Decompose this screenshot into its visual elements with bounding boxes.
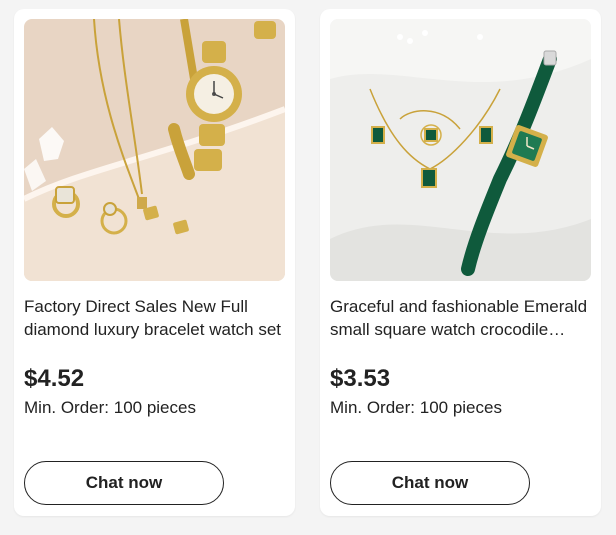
- product-card[interactable]: Factory Direct Sales New Full diamond lu…: [14, 9, 295, 516]
- product-image-gold-watch-set[interactable]: [24, 19, 285, 281]
- min-order: Min. Order: 100 pieces: [330, 398, 502, 417]
- product-price: $4.52: [24, 365, 85, 392]
- chat-now-button[interactable]: Chat now: [330, 461, 530, 505]
- emerald-watch-set-illustration: [330, 19, 591, 281]
- chat-now-button[interactable]: Chat now: [24, 461, 224, 505]
- product-card[interactable]: Graceful and fashionable Emerald small s…: [320, 9, 601, 516]
- product-title[interactable]: Graceful and fashionable Emerald small s…: [330, 295, 592, 341]
- product-price: $3.53: [330, 365, 391, 392]
- product-image-emerald-watch-set[interactable]: [330, 19, 591, 281]
- min-order: Min. Order: 100 pieces: [24, 398, 196, 417]
- gold-watch-set-illustration: [24, 19, 285, 281]
- product-title[interactable]: Factory Direct Sales New Full diamond lu…: [24, 295, 286, 341]
